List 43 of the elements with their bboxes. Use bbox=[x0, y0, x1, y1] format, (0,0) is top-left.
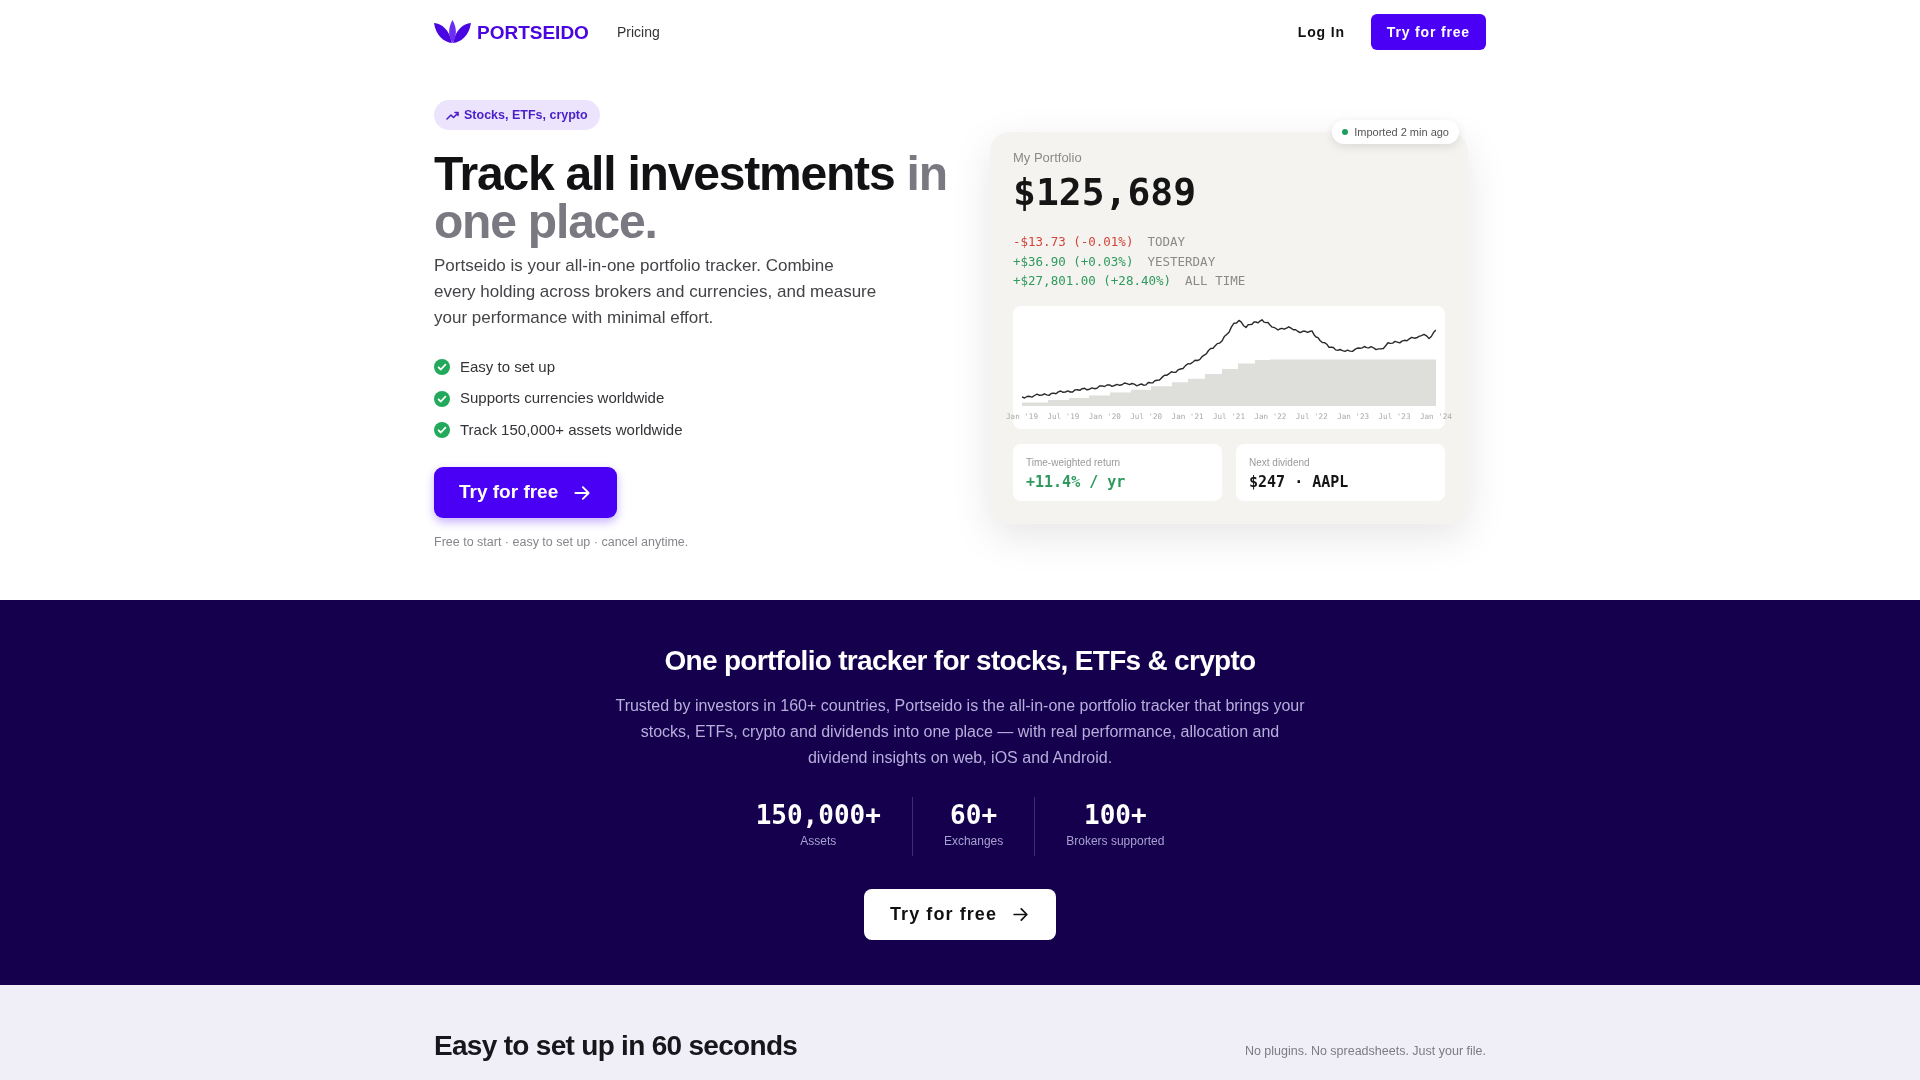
check-circle-icon bbox=[434, 390, 450, 407]
change-amount: +$36.90 (+0.03%) bbox=[1013, 252, 1134, 271]
try-free-button[interactable]: Try for free bbox=[434, 467, 618, 518]
login-link[interactable]: Log In bbox=[1297, 21, 1345, 43]
logo-leaves-icon bbox=[434, 20, 471, 44]
arrow-right-icon bbox=[1011, 905, 1030, 924]
stat-number: 100+ bbox=[1084, 800, 1147, 830]
section-heading: One portfolio tracker for stocks, ETFs & crypto bbox=[664, 644, 1256, 678]
stat-label: Time-weighted return bbox=[1026, 455, 1122, 469]
check-circle-icon bbox=[434, 359, 450, 375]
trend-arrow-icon bbox=[446, 110, 459, 120]
change-amount: +$27,801.00 (+28.40%) bbox=[1013, 272, 1172, 291]
section-heading: Easy to set up in 60 seconds bbox=[434, 1029, 798, 1063]
check-circle-icon bbox=[434, 422, 450, 438]
stat-caption: Exchanges bbox=[943, 834, 1004, 849]
feature-text: Supports currencies worldwide bbox=[460, 388, 665, 409]
stat-caption: Brokers supported bbox=[1066, 834, 1165, 849]
stat-value: +11.4% / yr bbox=[1026, 472, 1127, 491]
portfolio-value: $125,689 bbox=[1013, 172, 1198, 212]
footnote-text: Free to start · easy to set up · cancel anytime. bbox=[434, 534, 689, 551]
change-amount: -$13.73 (-0.01%) bbox=[1013, 233, 1134, 252]
stat-label: Next dividend bbox=[1249, 455, 1311, 469]
try-free-button[interactable]: Try for free bbox=[864, 889, 1056, 940]
stat-value: $247 · AAPL bbox=[1249, 472, 1350, 491]
hero-description: Portseido is your all-in-one portfolio tracker. Combine every holding across brokers and currencies, and measure your performance with minimal effort. bbox=[434, 255, 877, 329]
change-period: YESTERDAY bbox=[1147, 252, 1216, 271]
feature-text: Easy to set up bbox=[460, 356, 556, 377]
change-period: ALL TIME bbox=[1185, 272, 1246, 291]
nav-link[interactable]: Pricing bbox=[616, 21, 660, 43]
stat-number: 150,000+ bbox=[755, 800, 881, 830]
section-description: Trusted by investors in 160+ countries, Portseido is the all-in-one portfolio tracker that brings your stocks, ETFs, crypto and dividends into one place — with real performance, allocation and dividend insights on web, iOS and Android. bbox=[614, 696, 1306, 768]
section-note: No plugins. No spreadsheets. Just your file. bbox=[1244, 1043, 1486, 1060]
feature-text: Track 150,000+ assets worldwide bbox=[460, 419, 683, 440]
status-text: Imported 2 min ago bbox=[1354, 124, 1449, 140]
hero-heading: Track all investments in one place. bbox=[434, 150, 948, 246]
stat-caption: Assets bbox=[800, 834, 837, 849]
try-free-button[interactable]: Try for free bbox=[1370, 14, 1486, 50]
stat-number: 60+ bbox=[950, 800, 998, 830]
tag-label: Stocks, ETFs, crypto bbox=[464, 106, 588, 124]
status-dot-icon bbox=[1342, 129, 1349, 135]
change-period: TODAY bbox=[1147, 233, 1186, 252]
logo-text: PORTSEIDO bbox=[477, 22, 589, 42]
card-title: My Portfolio bbox=[1013, 150, 1083, 166]
